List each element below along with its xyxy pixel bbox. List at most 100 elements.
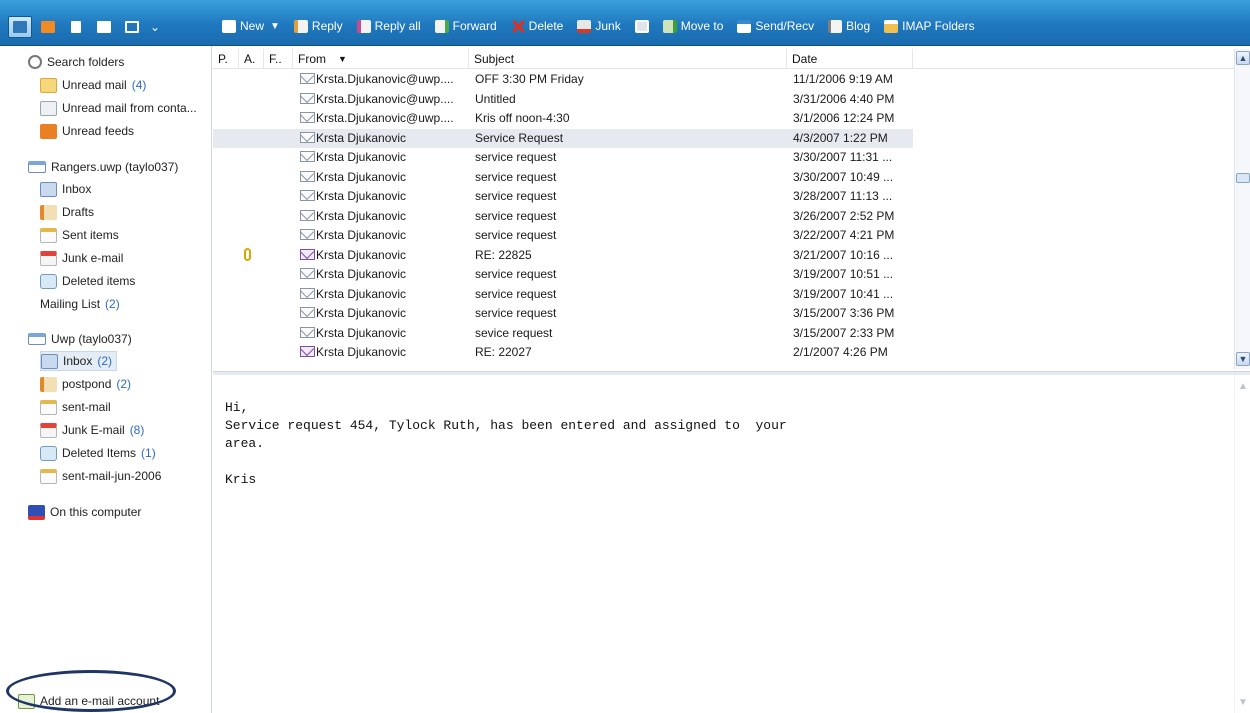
send-recv-button[interactable]: Send/Recv (737, 19, 814, 33)
unread-feeds-label: Unread feeds (62, 124, 135, 138)
scrollbar-thumb[interactable] (1236, 173, 1250, 183)
message-from: Krsta Djukanovic (316, 208, 407, 223)
unread-mail-label: Unread mail (62, 78, 127, 92)
message-row[interactable]: Krsta Djukanovic service request 3/19/2007… (213, 265, 913, 284)
unread-feeds-folder[interactable]: Unread feeds (40, 121, 134, 141)
account-uwp-label: Uwp (taylo037) (51, 332, 132, 346)
junk-folder-icon (40, 422, 57, 438)
folder-inbox[interactable]: Inbox (40, 179, 96, 199)
message-row[interactable]: Krsta Djukanovic service request 3/28/2007… (213, 187, 913, 206)
scroll-up-arrow-icon[interactable]: ▲ (1236, 51, 1250, 65)
folder-junk-email-2[interactable]: Junk E-mail (8) (40, 420, 144, 440)
print-button[interactable] (634, 19, 649, 33)
column-from[interactable]: From ▼ (293, 49, 469, 69)
highlight-circle-annotation (6, 670, 176, 712)
mail-account-icon (28, 333, 46, 345)
message-from: Krsta Djukanovic (316, 325, 407, 340)
on-this-computer[interactable]: On this computer (28, 502, 141, 522)
reply-all-button[interactable]: Reply all (356, 19, 421, 33)
scroll-down-arrow-icon[interactable]: ▼ (1237, 697, 1249, 708)
column-flag-label: F.. (269, 52, 282, 66)
message-subject: sevice request (475, 325, 553, 340)
imap-folders-button[interactable]: IMAP Folders (884, 19, 975, 33)
message-row[interactable]: Krsta.Djukanovic@uwp.... Untitled 3/31/200… (213, 90, 913, 109)
message-date: 11/1/2006 9:19 AM (793, 72, 893, 86)
view-menu-chevron-icon[interactable]: ⌄ (148, 20, 162, 34)
unread-contacts-folder[interactable]: Unread mail from conta... (40, 98, 197, 118)
junk-folder-icon (40, 250, 57, 266)
new-dropdown-icon[interactable]: ▼ (270, 21, 280, 32)
search-icon (28, 55, 42, 69)
envelope-icon (300, 112, 315, 123)
junk-button[interactable]: Junk (577, 19, 621, 33)
message-from: Krsta Djukanovic (316, 189, 407, 203)
message-date: 3/26/2007 2:52 PM (793, 208, 895, 223)
message-row[interactable]: Krsta Djukanovic sevice request 3/15/2007 … (213, 324, 913, 343)
unread-mail-folder[interactable]: Unread mail (4) (40, 75, 146, 95)
folder-sent-items[interactable]: Sent items (40, 225, 124, 245)
message-row[interactable]: Krsta Djukanovic service request 3/15/2007… (213, 304, 913, 323)
envelope-icon (300, 287, 315, 299)
message-row[interactable]: Krsta.Djukanovic@uwp.... Kris off noon-4:… (213, 109, 913, 128)
scroll-up-arrow-icon[interactable]: ▲ (1237, 381, 1249, 392)
column-priority[interactable]: P. (213, 49, 239, 69)
message-row-selected[interactable]: Krsta Djukanovic Service Request 4/3/2007 … (213, 128, 913, 148)
message-from: Krsta Djukanovic (316, 345, 407, 359)
column-subject[interactable]: Subject (469, 49, 787, 69)
contact-card-icon (40, 100, 57, 116)
folder-sent-mail-jun-2006[interactable]: sent-mail-jun-2006 (40, 466, 166, 486)
message-row[interactable]: Krsta Djukanovic service request 3/22/2007… (213, 226, 913, 245)
message-row[interactable]: Krsta Djukanovic service request 3/26/2007… (213, 207, 913, 226)
message-from: Krsta Djukanovic (316, 169, 407, 184)
envelope-icon (300, 170, 315, 182)
replied-envelope-icon (300, 248, 315, 260)
columns-icon[interactable] (92, 16, 116, 38)
account-rangers[interactable]: Rangers.uwp (taylo037) (28, 157, 178, 177)
layout-icon[interactable] (120, 16, 144, 38)
scroll-down-arrow-icon[interactable]: ▼ (1236, 352, 1250, 366)
toolbar: ⌄ New ▼ Reply Reply all Forward Delete Ju… (0, 0, 1250, 46)
message-row[interactable]: Krsta Djukanovic RE: 22027 2/1/2007 4:26 P… (213, 343, 913, 362)
message-row[interactable]: Krsta Djukanovic service request 3/30/2007… (213, 168, 913, 187)
message-row[interactable]: Krsta Djukanovic RE: 22825 3/21/2007 10:16… (213, 246, 913, 265)
search-folders[interactable]: Search folders (28, 52, 124, 72)
message-from: Krsta Djukanovic (316, 306, 407, 320)
reading-pane-scrollbar[interactable]: ▲ ▼ (1234, 375, 1250, 713)
message-subject: service request (475, 189, 557, 203)
rss-icon[interactable] (36, 16, 60, 38)
forward-button[interactable]: Forward (434, 19, 497, 33)
folder-deleted-items[interactable]: Deleted items (40, 271, 140, 291)
folder-inbox-selected[interactable]: Inbox (2) (40, 351, 118, 371)
column-attachment-label: A. (244, 52, 256, 66)
delete-button[interactable]: Delete (511, 19, 564, 33)
sent-items-icon (40, 227, 57, 243)
folder-deleted-items-2[interactable]: Deleted Items (1) (40, 443, 156, 463)
column-attachment[interactable]: A. (239, 49, 264, 69)
delete-label: Delete (528, 19, 564, 33)
imap-folders-label: IMAP Folders (902, 19, 975, 33)
folder-label: Junk e-mail (62, 251, 124, 265)
junk-label: Junk (595, 19, 621, 33)
message-row[interactable]: Krsta Djukanovic service request 3/19/2007… (213, 285, 913, 304)
folder-drafts[interactable]: Drafts (40, 202, 99, 222)
envelope-icon (300, 326, 315, 338)
column-date[interactable]: Date (787, 49, 913, 69)
folder-junk-email[interactable]: Junk e-mail (40, 248, 128, 268)
message-row[interactable]: Krsta Djukanovic service request 3/30/2007… (213, 148, 913, 167)
message-list: P. A. F.. From ▼ Subject Date Krsta.Djuka… (213, 46, 1250, 371)
new-button[interactable]: New ▼ (222, 19, 280, 33)
move-to-button[interactable]: Move to (662, 19, 723, 33)
folder-mailing-list[interactable]: Mailing List (2) (40, 294, 1250, 665)
message-list-scrollbar[interactable]: ▲ ▼ (1234, 49, 1250, 369)
message-subject: RE: 22825 (475, 247, 532, 262)
mail-view-icon[interactable] (8, 16, 32, 38)
message-date: 3/30/2007 10:49 ... (793, 169, 894, 184)
column-flag[interactable]: F.. (264, 49, 293, 69)
reply-button[interactable]: Reply (293, 19, 343, 33)
notes-icon[interactable] (64, 16, 88, 38)
folder-postpond[interactable]: postpond (2) (40, 374, 131, 394)
message-row[interactable]: Krsta.Djukanovic@uwp.... OFF 3:30 PM Frid… (213, 70, 913, 89)
account-uwp[interactable]: Uwp (taylo037) (28, 329, 132, 349)
blog-button[interactable]: Blog (828, 19, 870, 33)
folder-sent-mail[interactable]: sent-mail (40, 397, 116, 417)
